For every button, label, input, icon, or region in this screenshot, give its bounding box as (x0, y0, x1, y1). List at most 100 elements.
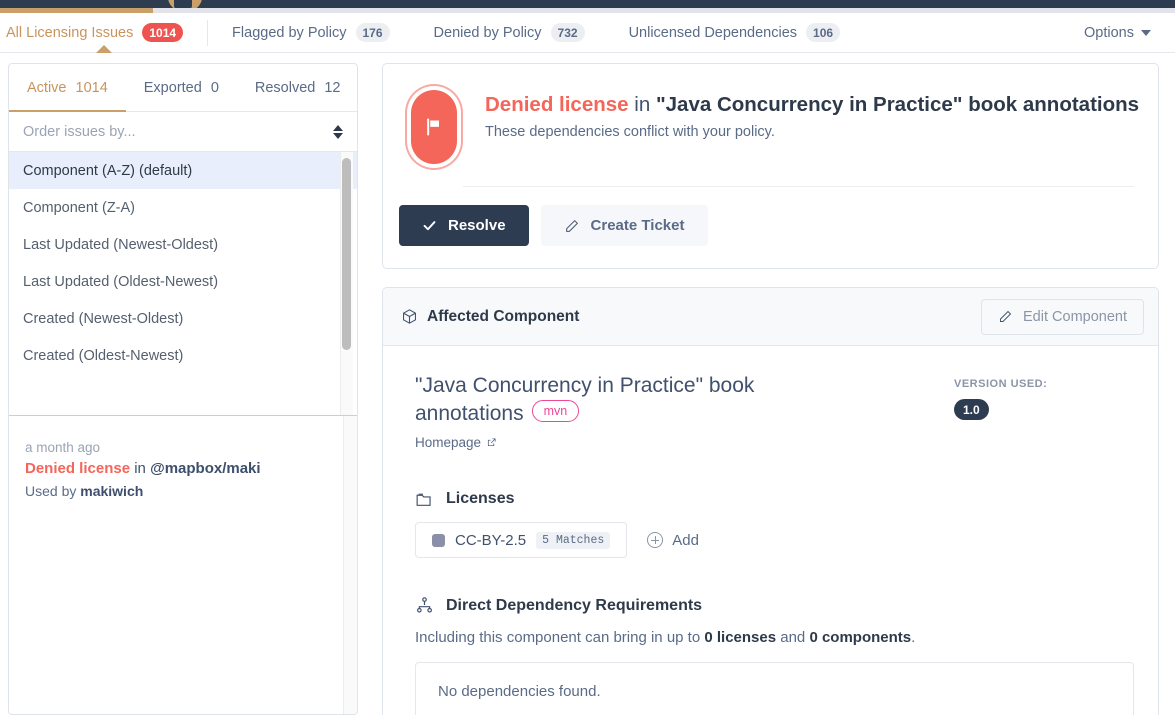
issue-component: @mapbox/maki (150, 460, 261, 478)
affected-component-name: "Java Concurrency in Practice" book anno… (415, 372, 845, 427)
sidebar-tab-active-count: 1014 (75, 79, 108, 96)
pencil-icon (565, 219, 578, 232)
order-option-last-updated-oldest[interactable]: Last Updated (Oldest-Newest) (9, 263, 357, 300)
tab-denied-by-policy-count: 732 (550, 23, 585, 42)
dependency-tree-icon (417, 597, 432, 614)
sidebar-tab-active[interactable]: Active 1014 (9, 64, 126, 112)
tab-flagged-by-policy-count: 176 (355, 23, 390, 42)
license-matches-badge: 5 Matches (536, 531, 611, 549)
issue-status-tabs: Active 1014 Exported 0 Resolved 12 (9, 64, 357, 112)
order-issues-select[interactable]: Order issues by... (9, 112, 357, 152)
issue-used-by-prefix: Used by (25, 482, 77, 499)
issue-header-kind: Denied license (485, 93, 629, 116)
list-item[interactable]: a month ago Denied license in @mapbox/ma… (9, 428, 357, 514)
options-button[interactable]: Options (1084, 25, 1151, 41)
dependencies-summary: Including this component can bring in up… (415, 629, 1134, 646)
affected-component-name-block: "Java Concurrency in Practice" book anno… (415, 372, 845, 452)
sidebar-tab-exported[interactable]: Exported 0 (126, 64, 237, 111)
dependencies-section-title: Direct Dependency Requirements (446, 596, 703, 614)
homepage-link[interactable]: Homepage (415, 435, 497, 450)
folder-icon (416, 493, 431, 506)
order-option-last-updated-newest[interactable]: Last Updated (Newest-Oldest) (9, 226, 357, 263)
licenses-row: CC-BY-2.5 5 Matches Add (415, 522, 1134, 559)
check-icon (423, 221, 436, 231)
version-used-label: VERSION USED: (954, 378, 1048, 390)
affected-component-card: Affected Component Edit Component "Java … (382, 287, 1159, 715)
tab-denied-by-policy[interactable]: Denied by Policy 732 (412, 13, 607, 52)
license-name: CC-BY-2.5 (455, 531, 527, 549)
nav-divider (207, 19, 209, 46)
options-button-label: Options (1084, 24, 1134, 41)
sidebar-tab-resolved-count: 12 (324, 79, 341, 96)
order-option-created-newest[interactable]: Created (Newest-Oldest) (9, 300, 357, 337)
dependencies-licenses-count: 0 licenses (704, 629, 777, 647)
edit-component-button-label: Edit Component (1023, 308, 1127, 325)
dropdown-scrollbar-thumb[interactable] (342, 158, 351, 350)
primary-nav: All Licensing Issues 1014 Flagged by Pol… (0, 13, 1175, 53)
tab-denied-by-policy-label: Denied by Policy (433, 24, 542, 41)
tab-all-licensing-issues-count: 1014 (142, 23, 184, 42)
tab-all-licensing-issues[interactable]: All Licensing Issues 1014 (0, 13, 205, 53)
external-link-icon (487, 438, 496, 447)
resolve-button-label: Resolve (448, 217, 506, 234)
dependencies-summary-prefix: Including this component can bring in up… (415, 629, 701, 647)
cube-icon (403, 309, 416, 324)
issues-sidebar: Active 1014 Exported 0 Resolved 12 Order… (8, 63, 358, 715)
app-logo (168, 0, 202, 8)
affected-component-header: Affected Component Edit Component (383, 288, 1158, 346)
tab-unlicensed-dependencies[interactable]: Unlicensed Dependencies 106 (607, 13, 863, 52)
sidebar-tab-resolved[interactable]: Resolved 12 (237, 64, 357, 111)
license-color-swatch (432, 533, 445, 547)
tab-unlicensed-dependencies-label: Unlicensed Dependencies (628, 24, 798, 41)
issue-actions: Resolve Create Ticket (383, 187, 1158, 268)
affected-component-title: Affected Component (427, 307, 580, 325)
dependencies-empty-text: No dependencies found. (438, 683, 601, 701)
tab-flagged-by-policy[interactable]: Flagged by Policy 176 (210, 13, 411, 52)
sidebar-tab-active-label: Active (27, 79, 67, 96)
issue-kind: Denied license (25, 460, 131, 478)
issue-header-card: Denied license in "Java Concurrency in P… (382, 63, 1159, 269)
tab-unlicensed-dependencies-count: 106 (806, 23, 841, 42)
create-ticket-button[interactable]: Create Ticket (540, 205, 708, 246)
resolve-button[interactable]: Resolve (399, 205, 529, 246)
affected-component-title-group: Affected Component (401, 308, 579, 326)
app-top-strip (0, 0, 1175, 8)
dependencies-components-count: 0 components (809, 629, 912, 647)
affected-component-name-text: "Java Concurrency in Practice" book anno… (415, 374, 755, 425)
dependencies-empty-box: No dependencies found. (415, 662, 1134, 715)
tab-flagged-by-policy-label: Flagged by Policy (232, 24, 347, 41)
ecosystem-badge: mvn (531, 399, 580, 422)
issue-timestamp: a month ago (25, 440, 101, 456)
issue-in-word: in (134, 460, 146, 478)
sidebar-tab-exported-label: Exported (143, 79, 202, 96)
homepage-link-label: Homepage (415, 435, 482, 451)
dependencies-summary-mid: and (780, 629, 806, 647)
dependencies-section-header: Direct Dependency Requirements (415, 596, 1134, 615)
license-chip[interactable]: CC-BY-2.5 5 Matches (415, 522, 628, 559)
flag-icon (411, 90, 457, 164)
order-option-component-az[interactable]: Component (A-Z) (default) (9, 152, 357, 189)
issue-title: Denied license in @mapbox/maki (25, 459, 341, 479)
page-layout: Active 1014 Exported 0 Resolved 12 Order… (0, 53, 1175, 715)
pencil-icon (1000, 310, 1012, 322)
edit-component-button[interactable]: Edit Component (981, 298, 1144, 335)
version-used-block: VERSION USED: 1.0 (954, 372, 1134, 420)
plus-circle-icon (647, 532, 664, 549)
add-license-button-label: Add (672, 531, 699, 549)
version-used-value: 1.0 (954, 399, 989, 420)
issue-header: Denied license in "Java Concurrency in P… (383, 64, 1158, 164)
order-option-component-za[interactable]: Component (Z-A) (9, 189, 357, 226)
create-ticket-button-label: Create Ticket (590, 217, 685, 234)
issue-header-subject: "Java Concurrency in Practice" book anno… (655, 93, 1140, 116)
issue-used-by: Used by makiwich (25, 482, 341, 501)
order-option-created-oldest[interactable]: Created (Oldest-Newest) (9, 337, 357, 374)
affected-component-body: "Java Concurrency in Practice" book anno… (383, 346, 1158, 715)
primary-nav-tabs: All Licensing Issues 1014 Flagged by Pol… (0, 13, 863, 53)
sidebar-tab-exported-count: 0 (210, 79, 219, 96)
issue-header-text: Denied license in "Java Concurrency in P… (485, 86, 1139, 164)
sort-updown-icon (333, 124, 343, 139)
order-issues-dropdown[interactable]: Component (A-Z) (default) Component (Z-A… (9, 152, 357, 416)
issue-used-by-value: makiwich (80, 482, 144, 499)
add-license-button[interactable]: Add (647, 532, 699, 549)
licenses-section-header: Licenses (415, 490, 1134, 508)
